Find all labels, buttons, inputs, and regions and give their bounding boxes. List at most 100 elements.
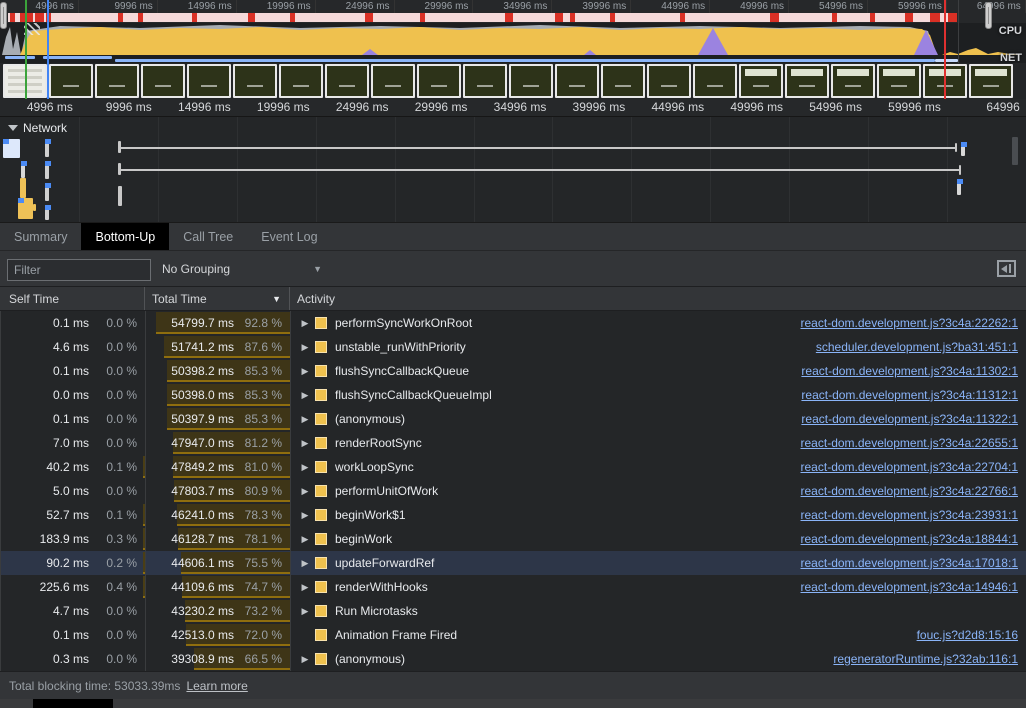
screenshot-thumbnail[interactable] bbox=[509, 64, 553, 98]
network-request-bar[interactable] bbox=[3, 139, 20, 158]
self-time-percent: 0.0 % bbox=[89, 364, 137, 378]
network-request-bar[interactable] bbox=[1012, 137, 1018, 165]
network-request-bar[interactable] bbox=[45, 161, 49, 179]
source-location-link[interactable]: react-dom.development.js?3c4a:11302:1 bbox=[801, 364, 1026, 378]
tab-call-tree[interactable]: Call Tree bbox=[169, 223, 247, 250]
long-task-marker bbox=[610, 13, 615, 22]
network-request-bar[interactable] bbox=[45, 139, 49, 157]
source-location-link[interactable]: react-dom.development.js?3c4a:22766:1 bbox=[801, 484, 1026, 498]
expand-arrow-icon[interactable]: ▶ bbox=[297, 438, 313, 449]
overview-left-handle[interactable] bbox=[0, 2, 7, 29]
source-location-link[interactable]: scheduler.development.js?ba31:451:1 bbox=[816, 340, 1026, 354]
expand-arrow-icon[interactable]: ▶ bbox=[297, 582, 313, 593]
network-request-bar[interactable] bbox=[120, 147, 956, 149]
source-location-link[interactable]: react-dom.development.js?3c4a:14946:1 bbox=[801, 580, 1026, 594]
column-header-self-time[interactable]: Self Time bbox=[0, 287, 145, 310]
tab-event-log[interactable]: Event Log bbox=[247, 223, 331, 250]
expand-arrow-icon[interactable]: ▶ bbox=[297, 390, 313, 401]
expand-arrow-icon[interactable]: ▶ bbox=[297, 342, 313, 353]
table-row[interactable]: 225.6 ms0.4 %44109.6 ms74.7 %▶renderWith… bbox=[1, 575, 1026, 599]
activity-header-label: Activity bbox=[297, 292, 335, 306]
table-row[interactable]: 0.1 ms0.0 %42513.0 ms72.0 %Animation Fra… bbox=[1, 623, 1026, 647]
network-request-bar[interactable] bbox=[33, 204, 36, 211]
expand-arrow-icon[interactable]: ▶ bbox=[297, 318, 313, 329]
table-row[interactable]: 40.2 ms0.1 %47849.2 ms81.0 %▶workLoopSyn… bbox=[1, 455, 1026, 479]
sidebar-toggle-icon[interactable] bbox=[997, 260, 1016, 277]
screenshot-thumbnail[interactable] bbox=[371, 64, 415, 98]
network-request-bar[interactable] bbox=[955, 143, 957, 152]
screenshot-thumbnail[interactable] bbox=[785, 64, 829, 98]
source-location-link[interactable]: react-dom.development.js?3c4a:23931:1 bbox=[801, 508, 1026, 522]
network-request-bar[interactable] bbox=[959, 165, 961, 175]
source-location-link[interactable]: react-dom.development.js?3c4a:22262:1 bbox=[801, 316, 1026, 330]
screenshot-thumbnail[interactable] bbox=[693, 64, 737, 98]
source-location-link[interactable]: regeneratorRuntime.js?32ab:116:1 bbox=[833, 652, 1026, 666]
table-row[interactable]: 183.9 ms0.3 %46128.7 ms78.1 %▶beginWorkr… bbox=[1, 527, 1026, 551]
source-location-link[interactable]: react-dom.development.js?3c4a:11312:1 bbox=[801, 388, 1026, 402]
expand-arrow-icon[interactable]: ▶ bbox=[297, 654, 313, 665]
filter-input[interactable] bbox=[7, 259, 151, 281]
screenshot-thumbnail[interactable] bbox=[279, 64, 323, 98]
screenshot-thumbnail[interactable] bbox=[417, 64, 461, 98]
source-location-link[interactable]: react-dom.development.js?3c4a:17018:1 bbox=[801, 556, 1026, 570]
screenshot-thumbnail[interactable] bbox=[739, 64, 783, 98]
expand-arrow-icon[interactable]: ▶ bbox=[297, 510, 313, 521]
table-row[interactable]: 5.0 ms0.0 %47803.7 ms80.9 %▶performUnitO… bbox=[1, 479, 1026, 503]
column-header-total-time[interactable]: Total Time ▼ bbox=[145, 287, 290, 310]
expand-arrow-icon[interactable]: ▶ bbox=[297, 606, 313, 617]
table-row[interactable]: 90.2 ms0.2 %44606.1 ms75.5 %▶updateForwa… bbox=[1, 551, 1026, 575]
network-request-bar[interactable] bbox=[18, 198, 33, 219]
table-row[interactable]: 0.1 ms0.0 %54799.7 ms92.8 %▶performSyncW… bbox=[1, 311, 1026, 335]
expand-arrow-icon[interactable]: ▶ bbox=[297, 558, 313, 569]
screenshot-thumbnail[interactable] bbox=[601, 64, 645, 98]
network-track-header[interactable]: Network bbox=[8, 121, 67, 135]
source-location-link[interactable]: fouc.js?d2d8:15:16 bbox=[917, 628, 1026, 642]
expand-arrow-icon[interactable]: ▶ bbox=[297, 486, 313, 497]
network-request-bar[interactable] bbox=[957, 179, 961, 195]
self-time-cell: 183.9 ms0.3 % bbox=[1, 527, 146, 551]
table-row[interactable]: 0.3 ms0.0 %39308.9 ms66.5 %▶(anonymous)r… bbox=[1, 647, 1026, 671]
table-row[interactable]: 0.1 ms0.0 %50398.2 ms85.3 %▶flushSyncCal… bbox=[1, 359, 1026, 383]
network-request-bar[interactable] bbox=[118, 186, 122, 206]
screenshot-thumbnail[interactable] bbox=[555, 64, 599, 98]
network-request-bar[interactable] bbox=[961, 142, 965, 156]
tab-summary[interactable]: Summary bbox=[0, 223, 81, 250]
overview-right-handle[interactable] bbox=[985, 2, 992, 29]
screenshot-thumbnail[interactable] bbox=[49, 64, 93, 98]
grouping-select[interactable]: No Grouping ▼ bbox=[162, 251, 322, 286]
screenshot-thumbnail[interactable] bbox=[969, 64, 1013, 98]
network-request-bar[interactable] bbox=[20, 178, 26, 198]
network-request-bar[interactable] bbox=[45, 205, 49, 220]
learn-more-link[interactable]: Learn more bbox=[186, 679, 247, 693]
screenshot-filmstrip[interactable] bbox=[0, 63, 1026, 99]
network-request-bar[interactable] bbox=[120, 169, 960, 171]
screenshot-thumbnail[interactable] bbox=[187, 64, 231, 98]
screenshot-thumbnail[interactable] bbox=[877, 64, 921, 98]
screenshot-thumbnail[interactable] bbox=[647, 64, 691, 98]
table-row[interactable]: 4.7 ms0.0 %43230.2 ms73.2 %▶Run Microtas… bbox=[1, 599, 1026, 623]
table-row[interactable]: 0.1 ms0.0 %50397.9 ms85.3 %▶(anonymous)r… bbox=[1, 407, 1026, 431]
table-row[interactable]: 7.0 ms0.0 %47947.0 ms81.2 %▶renderRootSy… bbox=[1, 431, 1026, 455]
screenshot-thumbnail[interactable] bbox=[233, 64, 277, 98]
source-location-link[interactable]: react-dom.development.js?3c4a:11322:1 bbox=[801, 412, 1026, 426]
screenshot-thumbnail[interactable] bbox=[463, 64, 507, 98]
source-location-link[interactable]: react-dom.development.js?3c4a:22655:1 bbox=[801, 436, 1026, 450]
screenshot-thumbnail[interactable] bbox=[141, 64, 185, 98]
tab-bottom-up[interactable]: Bottom-Up bbox=[81, 223, 169, 250]
source-location-link[interactable]: react-dom.development.js?3c4a:22704:1 bbox=[801, 460, 1026, 474]
table-row[interactable]: 52.7 ms0.1 %46241.0 ms78.3 %▶beginWork$1… bbox=[1, 503, 1026, 527]
expand-arrow-icon[interactable]: ▶ bbox=[297, 366, 313, 377]
table-row[interactable]: 0.0 ms0.0 %50398.0 ms85.3 %▶flushSyncCal… bbox=[1, 383, 1026, 407]
screenshot-thumbnail[interactable] bbox=[325, 64, 369, 98]
network-request-bar[interactable] bbox=[21, 161, 25, 178]
table-row[interactable]: 4.6 ms0.0 %51741.2 ms87.6 %▶unstable_run… bbox=[1, 335, 1026, 359]
screenshot-thumbnail[interactable] bbox=[95, 64, 139, 98]
network-request-bar[interactable] bbox=[45, 183, 49, 201]
expand-arrow-icon[interactable]: ▶ bbox=[297, 534, 313, 545]
column-header-activity[interactable]: Activity bbox=[290, 292, 1026, 306]
expand-arrow-icon[interactable]: ▶ bbox=[297, 462, 313, 473]
expand-arrow-icon[interactable]: ▶ bbox=[297, 414, 313, 425]
source-location-link[interactable]: react-dom.development.js?3c4a:18844:1 bbox=[801, 532, 1026, 546]
timeline-overview[interactable]: 4996 ms9996 ms14996 ms19996 ms24996 ms29… bbox=[0, 0, 1026, 116]
screenshot-thumbnail[interactable] bbox=[831, 64, 875, 98]
